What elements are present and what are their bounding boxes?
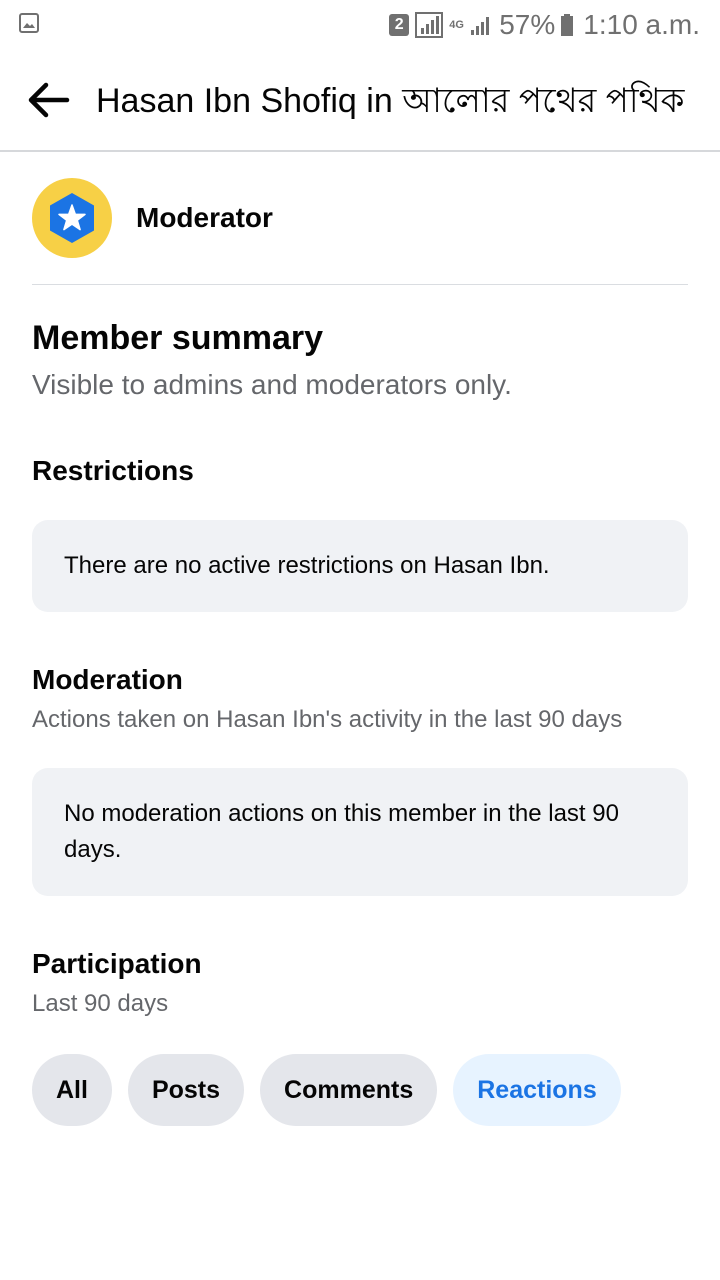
moderation-section: Moderation Actions taken on Hasan Ibn's … [32,662,688,896]
restrictions-title: Restrictions [32,455,194,486]
member-summary-content: Moderator Member summary Visible to admi… [32,152,688,1126]
network-type-label: 4G [449,19,464,31]
participation-section: Participation Last 90 days All Posts Com… [32,946,688,1126]
restrictions-card: There are no active restrictions on Hasa… [32,520,688,612]
filter-chip-posts[interactable]: Posts [127,1054,245,1126]
status-icons: 2 4G 57% 1:10 a.m. [389,6,700,44]
signal-sim2-icon [469,13,493,37]
restrictions-section: Restrictions There are no active restric… [32,453,688,612]
participation-subtitle: Last 90 days [32,990,169,1017]
app-header: Hasan Ibn Shofiq in আলোর পথের পথিক [0,50,720,152]
sim-slot-badge: 2 [389,14,410,36]
filter-chip-reactions[interactable]: Reactions [453,1054,621,1126]
moderation-message: No moderation actions on this member in … [64,800,619,863]
member-summary-section: Member summary Visible to admins and mod… [32,317,688,403]
gallery-notification-icon [19,13,39,33]
back-button[interactable] [22,76,74,124]
battery-percent: 57% [499,9,556,40]
moderation-card: No moderation actions on this member in … [32,768,688,896]
status-bar: 2 4G 57% 1:10 a.m. [0,0,720,50]
member-summary-subtitle: Visible to admins and moderators only. [32,369,512,400]
moderation-subtitle: Actions taken on Hasan Ibn's activity in… [32,706,623,733]
page-title: Hasan Ibn Shofiq in আলোর পথের পথিক [96,82,685,120]
role-label: Moderator [136,202,273,233]
member-summary-title: Member summary [32,319,324,357]
battery-icon [561,14,574,36]
back-arrow-icon [28,82,70,118]
signal-sim1-icon [415,12,444,38]
moderator-badge [32,178,112,258]
filter-chip-comments[interactable]: Comments [260,1054,438,1126]
role-row: Moderator [32,152,688,285]
restrictions-message: There are no active restrictions on Hasa… [64,552,550,579]
participation-filter-chips: All Posts Comments Reactions [32,1054,688,1126]
clock: 1:10 a.m. [583,9,700,40]
shield-star-icon [50,193,94,243]
filter-chip-all[interactable]: All [32,1054,112,1126]
participation-title: Participation [32,948,202,979]
moderation-title: Moderation [32,664,183,695]
